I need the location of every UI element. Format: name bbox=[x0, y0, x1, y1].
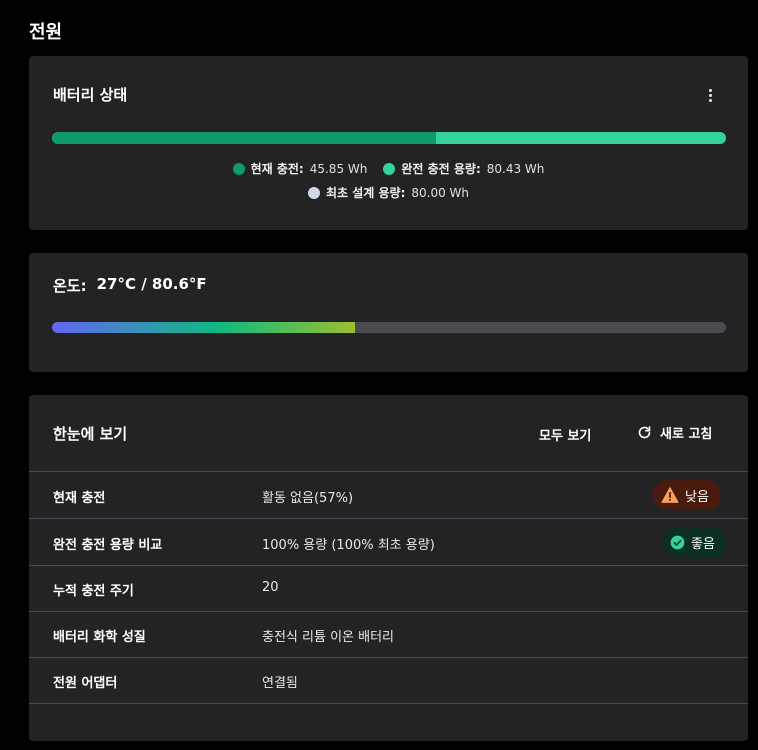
table-row: 현재 충전 활동 없음(57%) 낮음 bbox=[29, 472, 748, 519]
temperature-readout: 온도: 27°C / 80.6°F bbox=[53, 275, 207, 296]
glance-title: 한눈에 보기 bbox=[53, 425, 128, 443]
legend-value: 80.43 Wh bbox=[486, 161, 545, 176]
legend-dot-full bbox=[383, 162, 396, 175]
refresh-icon bbox=[638, 426, 651, 439]
table-row: 전원 어댑터 연결됨 bbox=[29, 657, 748, 704]
temperature-bar bbox=[52, 322, 726, 333]
row-value: 100% 용량 (100% 최초 용량) bbox=[262, 538, 435, 553]
legend-dot-current bbox=[232, 162, 245, 175]
legend-key: 완전 충전 용량: bbox=[401, 162, 481, 176]
row-label: 완전 충전 용량 비교 bbox=[53, 538, 163, 553]
check-circle-icon bbox=[670, 535, 685, 549]
temperature-label: 온도: bbox=[53, 277, 87, 295]
legend-row: 현재 충전: 45.85 Wh 완전 충전 용량: 80.43 Wh bbox=[29, 160, 748, 177]
legend-row: 최초 설계 용량: 80.00 Wh bbox=[29, 184, 748, 201]
battery-status-card: 배터리 상태 현재 충전: 45.85 Wh 완전 충전 용량: 80.43 W… bbox=[29, 56, 748, 230]
kebab-menu-icon[interactable] bbox=[702, 86, 718, 104]
legend-value: 45.85 Wh bbox=[309, 161, 368, 176]
temperature-value: 27°C / 80.6°F bbox=[96, 275, 207, 293]
status-badge-low: 낮음 bbox=[653, 480, 721, 510]
table-row: 누적 충전 주기 20 bbox=[29, 565, 748, 612]
page-title: 전원 bbox=[29, 22, 63, 43]
row-label: 전원 어댑터 bbox=[53, 676, 118, 691]
row-value: 충전식 리튬 이온 배터리 bbox=[262, 630, 394, 645]
table-row: 배터리 화학 성질 충전식 리튬 이온 배터리 bbox=[29, 611, 748, 658]
warning-icon bbox=[661, 487, 679, 503]
row-value: 활동 없음(57%) bbox=[262, 491, 354, 506]
temperature-fill bbox=[52, 322, 356, 333]
badge-label: 좋음 bbox=[691, 536, 715, 552]
table-row: 완전 충전 용량 비교 100% 용량 (100% 최초 용량) 좋음 bbox=[29, 519, 748, 566]
refresh-label: 새로 고침 bbox=[660, 427, 713, 442]
battery-capacity-bar bbox=[52, 132, 726, 144]
legend-item-design: 최초 설계 용량: 80.00 Wh bbox=[307, 184, 470, 201]
refresh-button[interactable]: 새로 고침 bbox=[637, 423, 712, 442]
current-charge-fill bbox=[52, 132, 437, 144]
temperature-card: 온도: 27°C / 80.6°F bbox=[29, 253, 748, 372]
badge-label: 낮음 bbox=[685, 489, 709, 505]
row-label: 현재 충전 bbox=[53, 491, 106, 506]
legend-item-current: 현재 충전: 45.85 Wh bbox=[232, 160, 368, 177]
view-all-button[interactable]: 모두 보기 bbox=[539, 425, 591, 444]
battery-status-title: 배터리 상태 bbox=[53, 86, 128, 104]
legend-value: 80.00 Wh bbox=[411, 185, 470, 200]
row-value: 연결됨 bbox=[262, 676, 298, 691]
status-badge-good: 좋음 bbox=[662, 527, 727, 557]
power-page: 전원 배터리 상태 현재 충전: 45.85 Wh 완전 충전 용량: 80.4… bbox=[0, 0, 758, 750]
row-label: 누적 충전 주기 bbox=[53, 584, 134, 599]
row-value: 20 bbox=[262, 580, 279, 595]
glance-header: 한눈에 보기 모두 보기 새로 고침 bbox=[29, 395, 748, 472]
at-a-glance-card: 한눈에 보기 모두 보기 새로 고침 현재 충전 활동 없음(57%) 낮음 완… bbox=[29, 395, 748, 741]
row-label: 배터리 화학 성질 bbox=[53, 630, 146, 645]
legend-item-full: 완전 충전 용량: 80.43 Wh bbox=[383, 160, 544, 177]
legend-key: 현재 충전: bbox=[250, 162, 304, 176]
legend-dot-design bbox=[307, 186, 320, 199]
legend-key: 최초 설계 용량: bbox=[325, 186, 406, 200]
